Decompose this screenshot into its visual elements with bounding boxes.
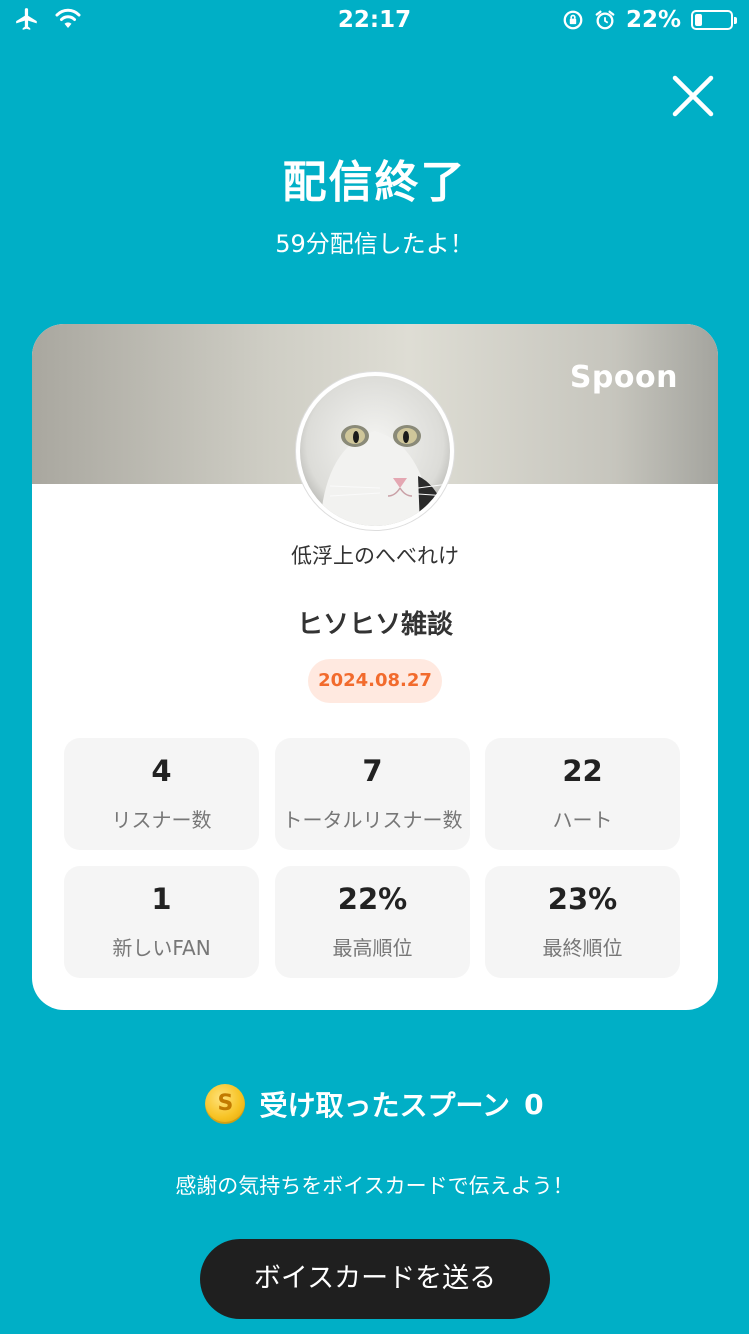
- stat-value: 22: [562, 754, 603, 788]
- broadcast-title: ヒソヒソ雑談: [296, 610, 453, 640]
- battery-icon: [691, 10, 737, 30]
- summary-card: Spoon 低浮上のへべれけ ヒソヒソ雑談 2024.08.27 4 リスナー数…: [32, 324, 718, 1010]
- stat-label: トータルリスナー数: [282, 808, 463, 832]
- spoons-label: 受け取ったスプーン: [259, 1089, 511, 1122]
- battery-percent: 22%: [625, 7, 681, 33]
- stat-value: 7: [362, 754, 383, 788]
- stat-value: 23%: [547, 882, 618, 916]
- alarm-icon: [595, 10, 615, 30]
- send-voice-card-button[interactable]: ボイスカードを送る: [200, 1239, 550, 1319]
- battery-fill: [695, 14, 702, 26]
- stat-value: 22%: [337, 882, 408, 916]
- page-title: 配信終了: [282, 157, 467, 208]
- stat-label: ハート: [552, 808, 613, 832]
- cat-avatar-image: [300, 376, 450, 526]
- stat-hearts: 22 ハート: [485, 738, 680, 850]
- stat-final-rank: 23% 最終順位: [485, 866, 680, 978]
- spoon-coin-icon: S: [205, 1084, 246, 1124]
- stat-highest-rank: 22% 最高順位: [275, 866, 470, 978]
- stat-label: 最終順位: [542, 936, 623, 960]
- thanks-message: 感謝の気持ちをボイスカードで伝えよう！: [175, 1174, 574, 1198]
- status-right: 22%: [562, 7, 737, 33]
- stat-label: 最高順位: [332, 936, 413, 960]
- close-button[interactable]: [671, 74, 715, 118]
- stat-label: リスナー数: [111, 808, 212, 832]
- date-badge: 2024.08.27: [308, 659, 442, 703]
- close-icon: [672, 75, 714, 117]
- spoons-received: S 受け取ったスプーン 0: [0, 1084, 749, 1124]
- orientation-lock-icon: [563, 10, 583, 30]
- stat-total-listeners: 7 トータルリスナー数: [275, 738, 470, 850]
- avatar[interactable]: [296, 372, 454, 530]
- stat-value: 1: [151, 882, 172, 916]
- stat-value: 4: [151, 754, 172, 788]
- stat-label: 新しいFAN: [112, 936, 211, 960]
- username: 低浮上のへべれけ: [291, 544, 459, 568]
- stat-new-fans: 1 新しいFAN: [64, 866, 259, 978]
- page-subtitle: 59分配信したよ！: [275, 230, 474, 258]
- brand-logo: Spoon: [569, 360, 678, 395]
- stat-listeners: 4 リスナー数: [64, 738, 259, 850]
- spoons-count: 0: [524, 1087, 544, 1121]
- status-bar: 22:17 22%: [0, 0, 749, 42]
